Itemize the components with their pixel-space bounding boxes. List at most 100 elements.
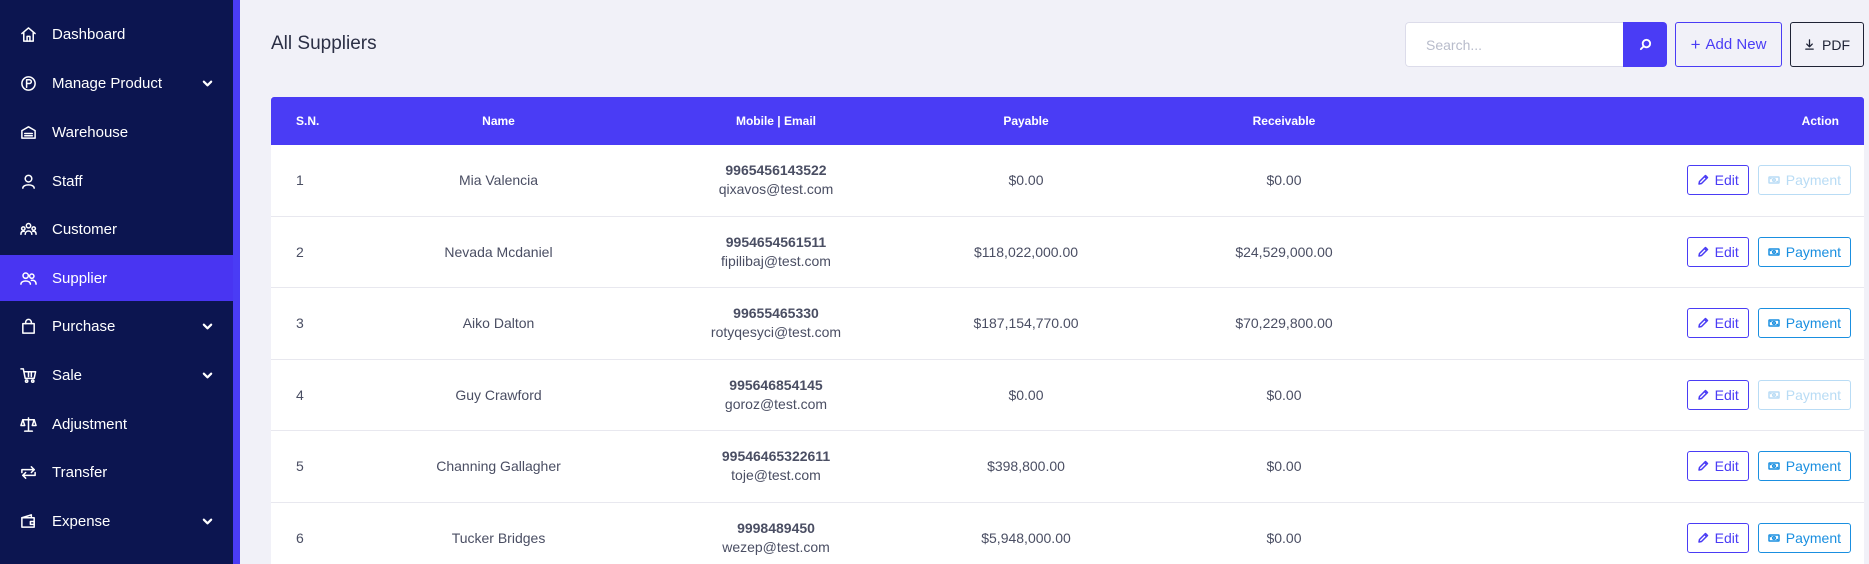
search-box [1405, 22, 1667, 67]
cell-name: Nevada Mcdaniel [444, 243, 553, 260]
cell-email: rotyqesyci@test.com [710, 324, 842, 341]
cell-payable: $398,800.00 [987, 458, 1065, 475]
sidebar-item-transfer[interactable]: Transfer [0, 449, 233, 495]
pencil-icon [1697, 317, 1709, 329]
cell-receivable: $0.00 [1266, 529, 1302, 546]
sidebar-item-expense[interactable]: Expense [0, 498, 233, 544]
cash-icon [1768, 532, 1780, 544]
cell-name: Tucker Bridges [451, 529, 546, 546]
sidebar-item-purchase[interactable]: Purchase [0, 303, 233, 349]
sidebar-item-label: Sale [52, 366, 83, 384]
cash-icon [1768, 460, 1780, 472]
cell-payable: $5,948,000.00 [981, 529, 1071, 546]
sidebar-item-sale[interactable]: Sale [0, 352, 233, 398]
sidebar-item-staff[interactable]: Staff [0, 158, 233, 204]
page-title: All Suppliers [271, 33, 377, 54]
sidebar-item-label: Transfer [52, 463, 108, 481]
cell-email: wezep@test.com [722, 538, 830, 555]
payment-label: Payment [1785, 458, 1841, 475]
edit-button[interactable]: Edit [1686, 451, 1749, 482]
column-header-action: Action [1413, 114, 1864, 128]
action-header-label: Action [1801, 114, 1839, 128]
cell-receivable: $0.00 [1266, 386, 1302, 403]
edit-button[interactable]: Edit [1686, 522, 1749, 553]
sidebar-item-customer[interactable]: Customer [0, 206, 233, 252]
edit-label: Edit [1714, 458, 1739, 475]
pencil-icon [1697, 246, 1709, 258]
chevron-down-icon[interactable] [201, 369, 213, 381]
payment-button[interactable]: Payment [1757, 308, 1851, 339]
cash-icon [1768, 174, 1780, 186]
scale-icon [19, 415, 37, 433]
cash-icon [1768, 389, 1780, 401]
cell-payable: $0.00 [1008, 172, 1044, 189]
column-header-contact: Mobile | Email [735, 114, 817, 128]
cell-sn: 2 [296, 243, 304, 260]
sidebar-item-supplier[interactable]: Supplier [0, 255, 233, 301]
sidebar-item-adjustment[interactable]: Adjustment [0, 401, 233, 447]
warehouse-icon [19, 123, 37, 141]
sidebar-item-warehouse[interactable]: Warehouse [0, 109, 233, 155]
payment-label: Payment [1785, 243, 1841, 260]
cell-name: Guy Crawford [455, 386, 542, 403]
cell-contact: 99655465330 rotyqesyci@test.com [655, 304, 897, 342]
edit-button[interactable]: Edit [1686, 165, 1749, 196]
column-header-receivable: Receivable [1252, 114, 1316, 128]
table-body: 1 Mia Valencia 9965456143522 qixavos@test.c… [271, 145, 1864, 564]
cell-sn: 1 [296, 172, 304, 189]
cell-mobile: 99655465330 [733, 305, 819, 322]
sidebar-item-label: Supplier [52, 269, 108, 287]
search-button[interactable] [1623, 22, 1667, 67]
sidebar-item-label: Dashboard [52, 25, 126, 43]
cell-action: Edit Payment [1413, 165, 1864, 196]
sidebar-item-label: Adjustment [52, 415, 128, 433]
cell-mobile: 99546465322611 [721, 448, 831, 465]
pdf-download-button[interactable]: PDF [1790, 22, 1864, 67]
table-row: 3 Aiko Dalton 99655465330 rotyqesyci@test.c… [271, 288, 1864, 360]
table-row: 6 Tucker Bridges 9998489450 wezep@test.com $… [271, 503, 1864, 564]
cell-email: goroz@test.com [724, 395, 828, 412]
sidebar-item-label: Staff [52, 172, 83, 190]
cell-receivable: $0.00 [1266, 172, 1302, 189]
cell-contact: 99546465322611 toje@test.com [655, 447, 897, 485]
suppliers-table: S.N. Name Mobile | Email Payable Receiva… [271, 97, 1864, 564]
payment-button: Payment [1757, 165, 1851, 196]
edit-button[interactable]: Edit [1686, 379, 1749, 410]
payment-label: Payment [1785, 529, 1841, 546]
sidebar-item-manage-product[interactable]: Manage Product [0, 60, 233, 106]
cell-name: Aiko Dalton [462, 315, 535, 332]
pdf-label: PDF [1822, 36, 1850, 53]
edit-button[interactable]: Edit [1686, 236, 1749, 267]
cell-sn: 3 [296, 315, 304, 332]
search-input[interactable] [1405, 22, 1623, 67]
cart-icon [19, 366, 37, 384]
cell-name: Mia Valencia [458, 172, 539, 189]
chevron-down-icon[interactable] [201, 77, 213, 89]
cell-receivable: $24,529,000.00 [1235, 243, 1333, 260]
cell-contact: 9954654561511 fipilibaj@test.com [655, 233, 897, 271]
cell-mobile: 9965456143522 [725, 162, 827, 179]
cell-action: Edit Payment [1413, 236, 1864, 267]
pencil-icon [1697, 389, 1709, 401]
table-row: 4 Guy Crawford 995646854145 goroz@test.com $… [271, 360, 1864, 431]
column-header-sn: S.N. [296, 114, 320, 128]
chevron-down-icon[interactable] [201, 515, 213, 527]
cell-payable: $118,022,000.00 [973, 243, 1079, 260]
cell-name: Channing Gallagher [436, 458, 561, 475]
payment-button[interactable]: Payment [1757, 236, 1851, 267]
sidebar: Dashboard Manage Product Warehouse Staff Cus… [0, 0, 240, 564]
payment-button[interactable]: Payment [1757, 451, 1851, 482]
sidebar-item-label: Warehouse [52, 123, 129, 141]
edit-button[interactable]: Edit [1686, 308, 1749, 339]
cell-action: Edit Payment [1413, 451, 1864, 482]
chevron-down-icon[interactable] [201, 320, 213, 332]
user-icon [19, 172, 37, 190]
add-new-button[interactable]: + Add New [1675, 22, 1782, 67]
payment-button[interactable]: Payment [1757, 522, 1851, 553]
cell-action: Edit Payment [1413, 522, 1864, 553]
wallet-icon [19, 512, 37, 530]
search-icon [1639, 38, 1652, 51]
cell-payable: $0.00 [1008, 386, 1044, 403]
sidebar-item-dashboard[interactable]: Dashboard [0, 11, 233, 57]
payment-button: Payment [1757, 379, 1851, 410]
